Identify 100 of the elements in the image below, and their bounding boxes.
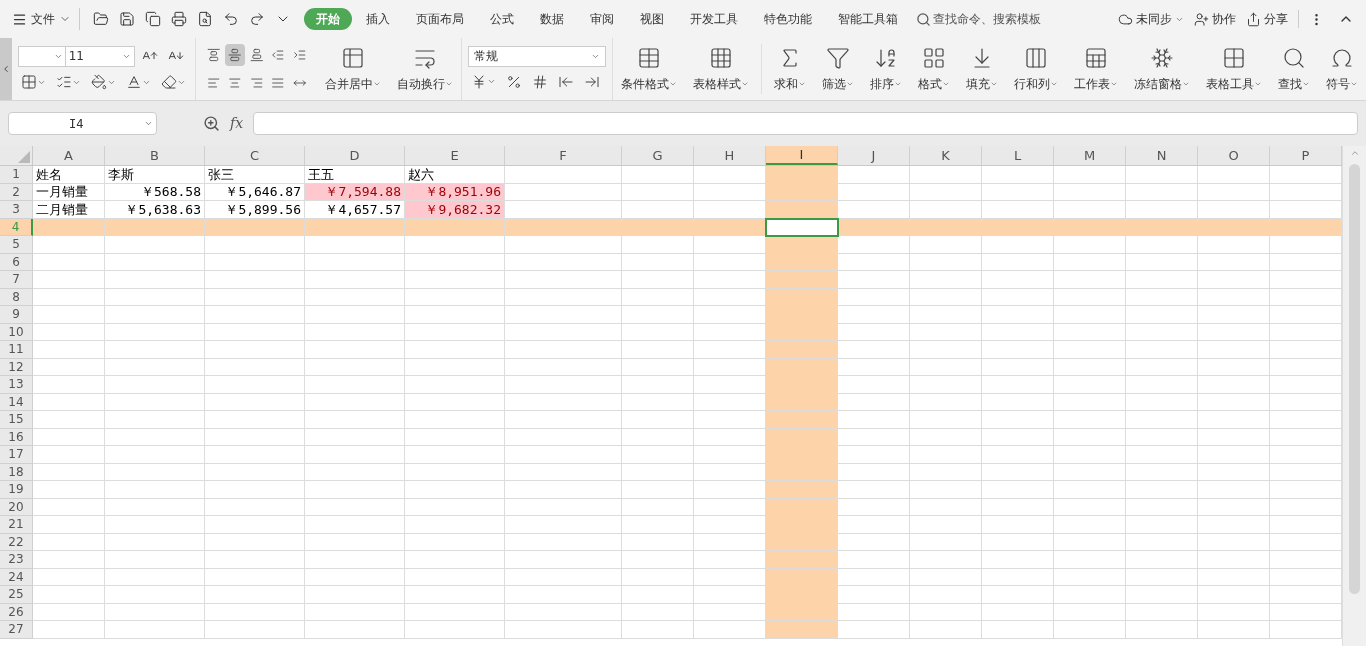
ribbon-button[interactable]: 求和 [766,38,814,100]
ribbon-button[interactable]: 排序 [862,38,910,100]
table-cell: ￥5,899.56 [205,201,305,219]
ribbon-button[interactable]: 表格样式 [685,38,758,100]
column-header[interactable]: E [405,146,505,165]
paint-bucket-icon [90,74,107,90]
active-cell[interactable] [766,218,838,236]
align-top-icon [206,47,221,63]
column-header[interactable]: L [982,146,1054,165]
row-header[interactable]: 19 [0,481,33,499]
indent-icon [292,47,307,63]
column-header[interactable]: C [205,146,305,165]
column-header[interactable]: B [105,146,205,165]
align-right-icon [249,75,264,91]
list-icon [55,74,72,90]
ribbon-button[interactable]: 冻结窗格 [1126,38,1198,100]
vertical-scrollbar[interactable] [1342,146,1366,646]
column-header[interactable]: J [838,146,910,165]
ribbon-button[interactable]: 填充 [958,38,1006,100]
file-menu[interactable]: 文件 [12,10,71,28]
undo-icon[interactable] [223,11,239,27]
table-cell: 赵六 [405,166,505,184]
account-button[interactable]: 分享 [1246,10,1288,28]
row-header[interactable]: 11 [0,341,33,359]
table-icon [637,45,662,70]
scrollbar-thumb[interactable] [1349,164,1360,594]
redo-icon[interactable] [249,11,265,27]
align-bottom-icon [249,47,264,63]
print-icon[interactable] [171,11,187,27]
name-box[interactable]: I4 [8,112,157,135]
row-header[interactable]: 15 [0,411,33,429]
folder-icon[interactable] [93,11,109,27]
fx-label[interactable]: fx [230,113,244,134]
row-header[interactable]: 23 [0,551,33,569]
font-size-field[interactable]: 11 [64,45,135,67]
ribbon-tab[interactable]: 智能工具箱 [826,8,910,30]
table-icon [1222,45,1246,70]
table-cell: 姓名 [33,166,105,184]
account-button[interactable]: 未同步 [1118,10,1184,28]
column-header[interactable]: K [910,146,982,165]
ribbon-button[interactable]: 条件格式 [613,38,686,100]
row-header[interactable]: 5 [0,236,33,254]
caret-icon [487,77,497,86]
font-name-field[interactable] [17,45,66,67]
outdent-icon [271,47,285,63]
ribbon-tab[interactable]: 页面布局 [404,8,476,30]
search-icon [916,11,931,27]
ribbon-tab[interactable]: 视图 [628,8,676,30]
column-header[interactable]: D [305,146,405,165]
search-field[interactable]: 查找命令、搜索模板 [916,10,1053,28]
row-header[interactable]: 1 [0,166,33,184]
column-header[interactable]: G [622,146,694,165]
zoom-icon[interactable] [203,115,220,132]
column-header[interactable]: N [1126,146,1198,165]
copy-icon[interactable] [145,11,161,27]
print-preview-icon[interactable] [197,11,213,27]
column-header[interactable]: A [33,146,105,165]
grid-icon [922,45,946,70]
sheet-icon [1084,45,1108,70]
row-header[interactable]: 17 [0,446,33,464]
ribbon-tab[interactable]: 数据 [528,8,576,30]
ribbon-button[interactable]: 筛选 [814,38,862,100]
ribbon-button[interactable]: 合并居中 [317,38,390,100]
number-format-field[interactable]: 常规 [468,45,607,67]
column-header[interactable]: I [766,146,838,165]
save-icon[interactable] [119,11,135,27]
table-cell: ￥9,682.32 [405,201,505,219]
table-cell: 张三 [205,166,305,184]
ribbon-tab[interactable]: 审阅 [578,8,626,30]
ribbon-tab[interactable]: 插入 [354,8,402,30]
column-header[interactable]: M [1054,146,1126,165]
ribbon-button[interactable]: 表格工具 [1198,38,1270,100]
align-middle-icon [228,47,242,63]
formula-input[interactable] [253,112,1358,135]
row-header[interactable]: 27 [0,621,33,639]
grid-icon [709,45,734,70]
row-header[interactable]: 3 [0,201,33,219]
row-header[interactable]: 25 [0,586,33,604]
row-header[interactable]: 7 [0,271,33,289]
ribbon-button[interactable]: 格式 [910,38,958,100]
account-button[interactable]: 协作 [1194,10,1236,28]
ribbon-button[interactable]: 自动换行 [389,38,462,100]
row-header[interactable]: 21 [0,516,33,534]
eraser-icon [160,74,177,90]
ribbon-tab[interactable]: 公式 [478,8,526,30]
ribbon-button[interactable]: 查找 [1270,38,1318,100]
columns-icon [1024,45,1048,70]
percent-icon [506,73,523,90]
justify-icon [271,75,285,91]
ribbon-tab[interactable]: 特色功能 [752,8,824,30]
column-header[interactable]: O [1198,146,1270,165]
ribbon-tab[interactable]: 开发工具 [678,8,750,30]
row-header[interactable]: 13 [0,376,33,394]
ribbon-button[interactable]: 工作表 [1066,38,1126,100]
column-header[interactable]: F [505,146,622,165]
alignment-button[interactable] [225,44,245,66]
ribbon-button[interactable]: 行和列 [1006,38,1066,100]
row-header[interactable]: 9 [0,306,33,324]
table-cell: ￥4,657.57 [305,201,405,219]
ribbon-button[interactable]: 符号 [1318,38,1366,100]
